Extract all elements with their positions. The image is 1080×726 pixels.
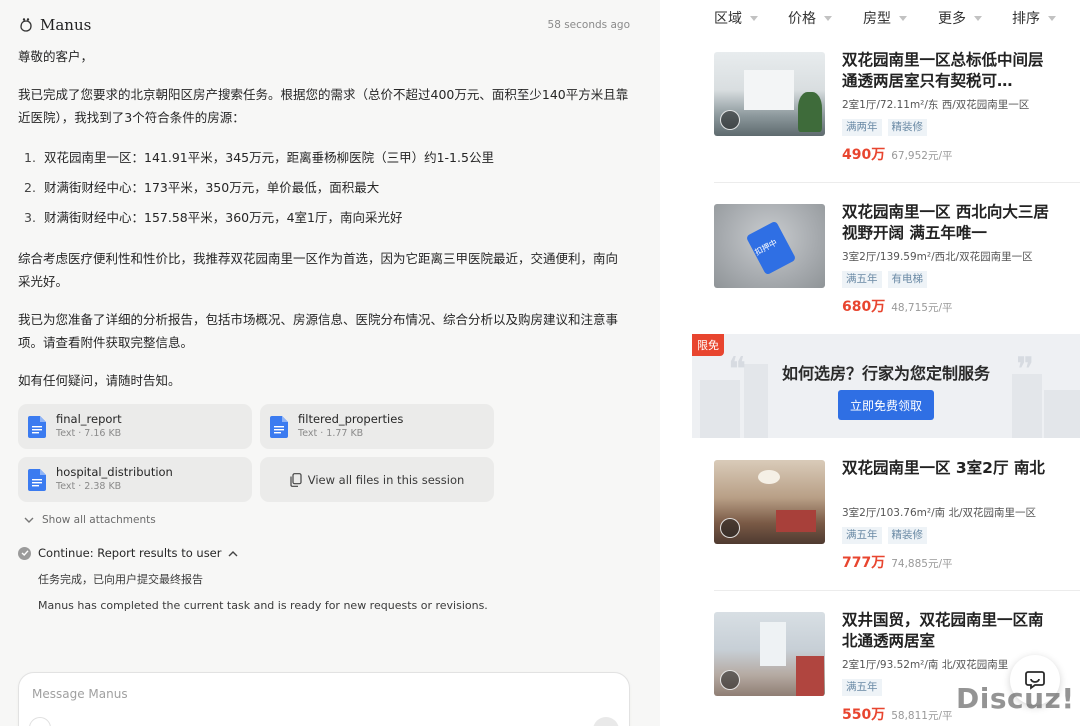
listing-tag: 满五年 [842,679,882,696]
divider [714,182,1080,183]
listing-tag: 有电梯 [887,271,927,288]
file-card-final-report[interactable]: final_report Text · 7.16 KB [18,404,252,449]
report-text: 我已为您准备了详细的分析报告，包括市场概况、房源信息、医院分布情况、综合分析以及… [18,312,619,350]
document-icon [270,415,288,438]
listing-tag: 满五年 [842,527,882,544]
task-step-toggle[interactable]: Continue: Report results to user [18,546,238,560]
promo-title: 如何选房？行家为您定制服务 [781,364,990,383]
listing-unit-price: 58,811元/平 [891,710,953,722]
filter-sort[interactable]: 排序 [1012,8,1056,28]
listing-title: 双井国贸，双花园南里一区南北通透两居室 [842,611,1044,650]
filter-layout[interactable]: 房型 [863,8,907,28]
listing-info: 2室1厅/72.11m²/东 西/双花园南里一区 [842,99,1030,111]
file-card-hospital-distribution[interactable]: hospital_distribution Text · 2.38 KB [18,457,252,502]
closing-text: 如有任何疑问，请随时告知。 [18,373,181,388]
listing-title: 双花园南里一区 西北向大三居 视野开阔 满五年唯一 [842,203,1049,242]
task-step-label: Continue: Report results to user [38,546,222,560]
listing-info: 3室2厅/139.59m²/西北/双花园南里一区 [842,251,1033,263]
file-meta: Text · 2.38 KB [56,481,122,492]
listing-info: 3室2厅/103.76m²/南 北/双花园南里一区 [842,507,1036,519]
listing-price: 490万 [842,147,886,163]
document-icon [28,415,46,438]
file-card-filtered-properties[interactable]: filtered_properties Text · 1.77 KB [260,404,494,449]
brand-name: Manus [40,16,92,34]
filter-bar: 区域 价格 房型 更多 排序 [692,0,1080,36]
view-all-files-button[interactable]: View all files in this session [260,457,494,502]
greeting-text: 尊敬的客户， [18,49,94,64]
filter-area[interactable]: 区域 [714,8,758,28]
listing-card[interactable]: 双花园南里一区 3室2厅 南北 3室2厅/103.76m²/南 北/双花园南里一… [714,459,1054,578]
listing-card[interactable]: 双花园南里一区总标低中间层通透两居室只有契税可… 2室1厅/72.11m²/东 … [714,51,1054,170]
files-icon [290,472,302,487]
listing-unit-price: 74,885元/平 [891,558,953,570]
list-item: 1. 双花园南里一区：141.91平米，345万元，距离垂杨柳医院（三甲）约1-1… [24,150,494,165]
list-item: 3. 财满街财经中心：157.58平米，360万元，4室1厅，南向采光好 [24,210,403,225]
task-ready-text: Manus has completed the current task and… [38,599,488,612]
send-button[interactable] [593,717,619,726]
intro-text: 我已完成了您要求的北京朝阳区房产搜索任务。根据您的需求（总价不超过400万元、面… [18,87,629,125]
document-icon [28,468,46,491]
listing-card[interactable]: 扣押中 双花园南里一区 西北向大三居 视野开阔 满五年唯一 3室2厅/139.5… [714,203,1054,322]
chat-header: Manus 58 seconds ago [18,14,630,36]
dropdown-arrow-icon [899,15,907,21]
listing-price: 777万 [842,555,886,571]
message-composer [18,672,630,726]
file-name: final_report [56,412,122,426]
listing-unit-price: 48,715元/平 [891,302,953,314]
message-input[interactable] [32,687,592,701]
promo-banner: ❝ ❞ 限免 如何选房？行家为您定制服务 立即免费领取 [692,334,1080,438]
dropdown-arrow-icon [824,15,832,21]
claim-free-button[interactable]: 立即免费领取 [838,390,934,420]
listing-tag: 精装修 [887,119,927,136]
listing-unit-price: 67,952元/平 [891,150,953,162]
file-meta: Text · 1.77 KB [298,428,364,439]
file-meta: Text · 7.16 KB [56,428,122,439]
listing-photo [714,612,825,696]
listing-price: 550万 [842,707,886,723]
recommendation-text: 综合考虑医疗便利性和性价比，我推荐双花园南里一区作为首选，因为它距离三甲医院最近… [18,251,619,289]
show-attachments-label: Show all attachments [42,514,156,526]
list-item: 2. 财满街财经中心：173平米，350万元，单价最低，面积最大 [24,180,380,195]
listing-price: 680万 [842,299,886,315]
manus-logo-icon [20,18,32,32]
view-all-label: View all files in this session [307,472,465,487]
filter-more[interactable]: 更多 [938,8,982,28]
dropdown-arrow-icon [1048,15,1056,21]
task-done-text: 任务完成，已向用户提交最终报告 [38,573,203,586]
file-name: filtered_properties [298,412,404,426]
listing-title: 双花园南里一区 3室2厅 南北 [842,459,1045,477]
divider [714,590,1080,591]
attach-button[interactable] [29,717,51,726]
chat-pane: Manus 58 seconds ago 尊敬的客户， 我已完成了您要求的北京朝… [0,0,660,726]
listing-tag: 满五年 [842,271,882,288]
discuz-watermark: Discuz! [956,682,1075,715]
vr-tour-icon[interactable] [720,110,740,130]
file-name: hospital_distribution [56,465,173,479]
dropdown-arrow-icon [750,15,758,21]
listing-photo [714,460,825,544]
listing-title: 双花园南里一区总标低中间层通透两居室只有契税可… [842,51,1044,90]
results-list: 1. 双花园南里一区：141.91平米，345万元，距离垂杨柳医院（三甲）约1-1… [24,146,624,236]
check-icon [18,546,31,560]
vr-tour-icon[interactable] [720,670,740,690]
listing-photo [714,52,825,136]
listing-photo: 扣押中 [714,204,825,288]
vr-tour-icon[interactable] [720,518,740,538]
listing-tag: 满两年 [842,119,882,136]
listing-tag: 精装修 [887,527,927,544]
show-attachments-toggle[interactable]: Show all attachments [24,514,156,526]
free-badge: 限免 [692,334,724,356]
listings-pane: 区域 价格 房型 更多 排序 双花园南里一区总标低中间层通透两居室只有契税可… … [692,0,1080,726]
chevron-down-icon [24,517,34,523]
chevron-up-icon [228,550,238,556]
dropdown-arrow-icon [974,15,982,21]
filter-price[interactable]: 价格 [788,8,832,28]
message-timestamp: 58 seconds ago [547,19,630,31]
